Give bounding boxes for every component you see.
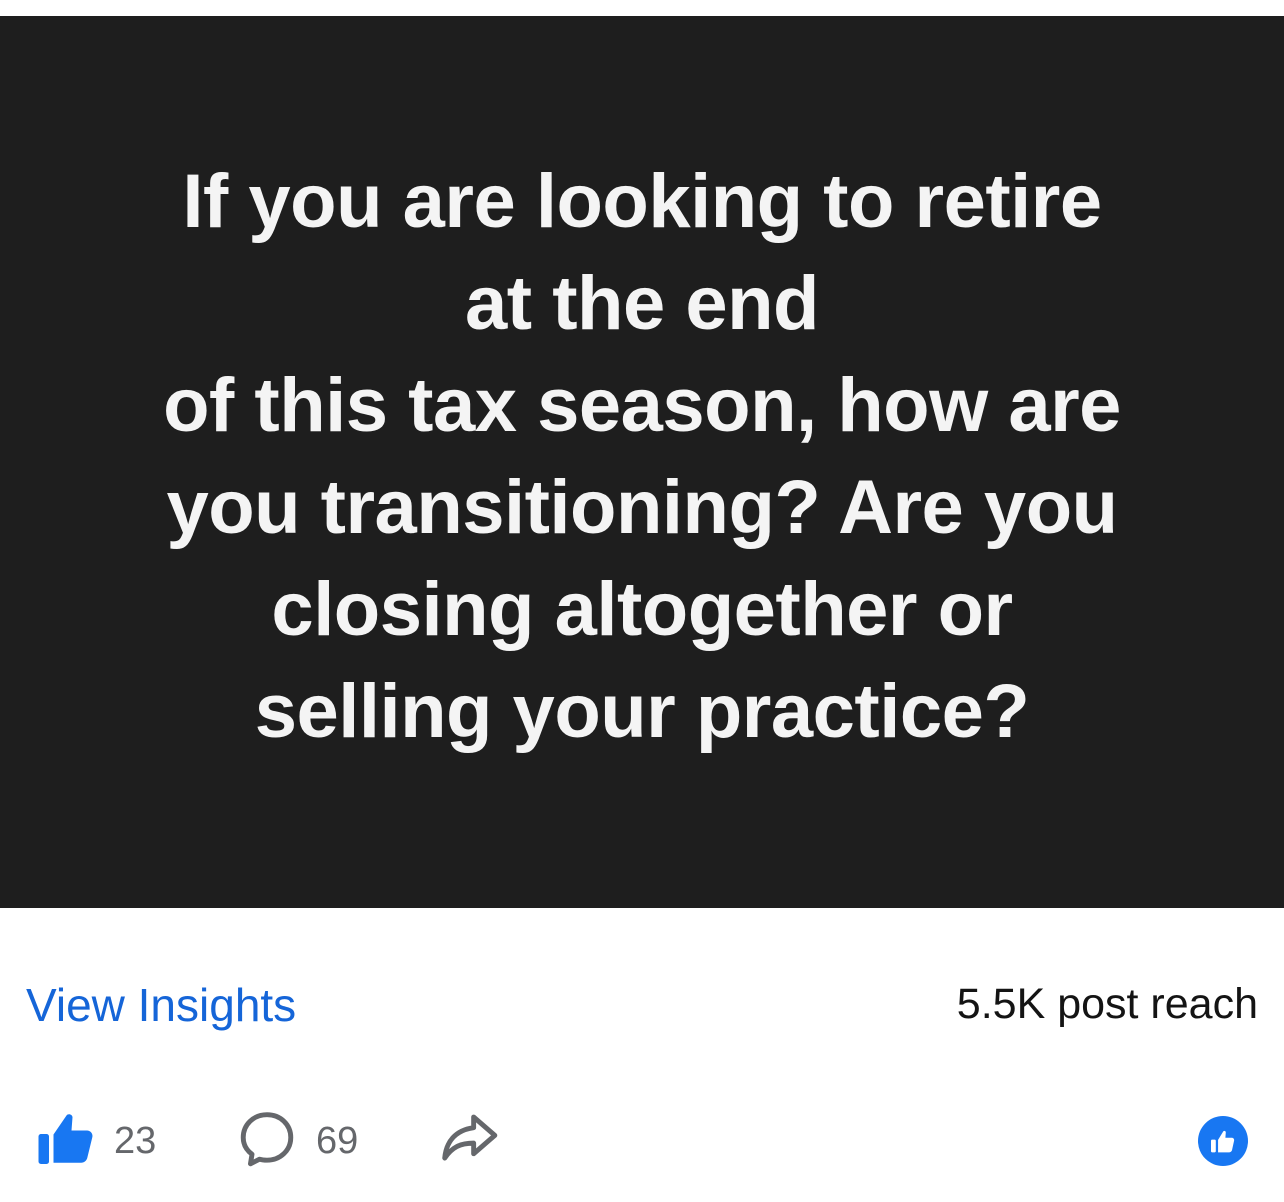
share-arrow-icon <box>438 1108 500 1175</box>
post-image[interactable]: If you are looking to retire at the end … <box>0 16 1284 908</box>
comment-count: 69 <box>316 1119 359 1162</box>
speech-bubble-icon <box>236 1108 298 1175</box>
actions-row: 23 69 <box>0 1106 1284 1176</box>
thumbs-up-icon <box>36 1109 96 1174</box>
comment-button[interactable]: 69 <box>236 1106 358 1176</box>
post-card: If you are looking to retire at the end … <box>0 0 1284 1202</box>
share-button[interactable] <box>438 1106 500 1176</box>
like-button[interactable]: 23 <box>36 1106 156 1176</box>
post-text: If you are looking to retire at the end … <box>163 159 1121 754</box>
post-reach-label: 5.5K post reach <box>956 980 1258 1028</box>
view-insights-link[interactable]: View Insights <box>26 978 296 1032</box>
thumbs-up-badge-icon <box>1198 1116 1248 1166</box>
like-count: 23 <box>114 1119 157 1162</box>
insights-row: View Insights 5.5K post reach <box>0 972 1284 1036</box>
